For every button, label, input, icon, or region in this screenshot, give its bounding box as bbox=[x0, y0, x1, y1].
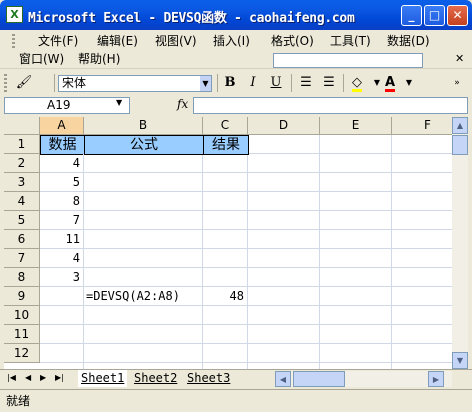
row-header-7[interactable]: 7 bbox=[4, 249, 40, 268]
cell-a4[interactable]: 8 bbox=[40, 192, 84, 211]
row-header-12[interactable]: 12 bbox=[4, 344, 40, 363]
row-header-4[interactable]: 4 bbox=[4, 192, 40, 211]
row-header-11[interactable]: 11 bbox=[4, 325, 40, 344]
h-scroll-thumb[interactable] bbox=[293, 371, 345, 387]
worksheet-grid[interactable]: A B C D E F 1 2 3 4 5 6 7 8 9 10 11 12 数… bbox=[4, 117, 452, 369]
font-name-select[interactable]: 宋体 bbox=[58, 75, 212, 92]
menu-data[interactable]: 数据(D) bbox=[387, 33, 430, 50]
vertical-scrollbar[interactable]: ▲ ▼ bbox=[452, 117, 468, 369]
column-header-a[interactable]: A bbox=[40, 117, 84, 135]
cell-c9[interactable]: 48 bbox=[203, 287, 248, 306]
toolbar-separator bbox=[291, 74, 292, 92]
cell-c1[interactable]: 结果 bbox=[203, 135, 249, 155]
cell-a3[interactable]: 5 bbox=[40, 173, 84, 192]
excel-icon: X bbox=[6, 6, 23, 23]
cell-b9[interactable]: =DEVSQ(A2:A8) bbox=[84, 287, 203, 306]
cell-a1[interactable]: 数据 bbox=[40, 135, 85, 155]
menu-help[interactable]: 帮助(H) bbox=[78, 51, 120, 68]
cell-a5[interactable]: 7 bbox=[40, 211, 84, 230]
close-button[interactable]: ✕ bbox=[447, 5, 468, 26]
cell-a2[interactable]: 4 bbox=[40, 154, 84, 173]
name-box[interactable]: A19 bbox=[4, 97, 130, 114]
menu-file[interactable]: 文件(F) bbox=[38, 33, 78, 50]
font-color-dropdown-icon[interactable]: ▼ bbox=[399, 74, 419, 92]
scroll-right-icon[interactable]: ▶ bbox=[428, 371, 444, 387]
menu-view[interactable]: 视图(V) bbox=[155, 33, 197, 50]
font-dropdown-icon[interactable]: ▼ bbox=[200, 76, 211, 91]
menu-format[interactable]: 格式(O) bbox=[271, 33, 314, 50]
status-bar bbox=[0, 389, 472, 412]
select-all-corner[interactable] bbox=[4, 117, 40, 135]
toolbar-separator bbox=[343, 74, 344, 92]
menu-tools[interactable]: 工具(T) bbox=[330, 33, 371, 50]
last-sheet-icon[interactable]: ▶| bbox=[55, 373, 64, 382]
underline-button[interactable]: U bbox=[266, 74, 286, 92]
maximize-button[interactable]: □ bbox=[424, 5, 445, 26]
scroll-up-icon[interactable]: ▲ bbox=[452, 117, 468, 134]
menu-window[interactable]: 窗口(W) bbox=[19, 51, 64, 68]
column-header-c[interactable]: C bbox=[203, 117, 248, 135]
menu-grip[interactable] bbox=[12, 34, 15, 50]
menu-edit[interactable]: 编辑(E) bbox=[97, 33, 138, 50]
align-left-icon[interactable]: ☰ bbox=[296, 74, 316, 92]
toolbar-separator bbox=[54, 74, 55, 92]
cell-b1[interactable]: 公式 bbox=[84, 135, 204, 155]
toolbar-options-icon[interactable]: » bbox=[447, 74, 467, 92]
status-text: 就绪 bbox=[6, 394, 31, 408]
row-header-2[interactable]: 2 bbox=[4, 154, 40, 173]
sheet-tab-1[interactable]: Sheet1 bbox=[78, 370, 128, 387]
fill-color-icon[interactable]: ◇ bbox=[347, 74, 367, 92]
next-sheet-icon[interactable]: ▶ bbox=[40, 373, 46, 382]
italic-button[interactable]: I bbox=[243, 74, 263, 92]
prev-sheet-icon[interactable]: ◀ bbox=[25, 373, 31, 382]
toolbar-separator bbox=[217, 74, 218, 92]
first-sheet-icon[interactable]: |◀ bbox=[7, 373, 16, 382]
scroll-left-icon[interactable]: ◀ bbox=[275, 371, 291, 387]
row-header-8[interactable]: 8 bbox=[4, 268, 40, 287]
font-color-letter: A bbox=[384, 75, 396, 92]
format-painter-icon[interactable]: 🖌 bbox=[14, 74, 34, 92]
cell-a7[interactable]: 4 bbox=[40, 249, 84, 268]
window-title: Microsoft Excel - DEVSQ函数 - caohaifeng.c… bbox=[28, 11, 355, 26]
column-header-e[interactable]: E bbox=[320, 117, 392, 135]
column-header-d[interactable]: D bbox=[248, 117, 320, 135]
column-header-f[interactable]: F bbox=[392, 117, 452, 135]
cell-a8[interactable]: 3 bbox=[40, 268, 84, 287]
row-header-9[interactable]: 9 bbox=[4, 287, 40, 306]
minimize-button[interactable]: _ bbox=[401, 5, 422, 26]
bold-button[interactable]: B bbox=[220, 74, 240, 92]
row-header-5[interactable]: 5 bbox=[4, 211, 40, 230]
formula-input[interactable] bbox=[193, 97, 468, 114]
font-color-icon[interactable]: A bbox=[380, 74, 400, 92]
sheet-tab-3[interactable]: Sheet3 bbox=[184, 370, 233, 387]
row-header-6[interactable]: 6 bbox=[4, 230, 40, 249]
horizontal-scrollbar[interactable]: ◀ ▶ bbox=[275, 371, 452, 387]
cell-a6[interactable]: 11 bbox=[40, 230, 84, 249]
row-header-10[interactable]: 10 bbox=[4, 306, 40, 325]
row-header-3[interactable]: 3 bbox=[4, 173, 40, 192]
scroll-thumb[interactable] bbox=[452, 135, 468, 155]
insert-function-icon[interactable]: fx bbox=[177, 97, 188, 111]
gridlines bbox=[40, 135, 452, 369]
title-bar: X Microsoft Excel - DEVSQ函数 - caohaifeng… bbox=[0, 0, 472, 30]
row-header-1[interactable]: 1 bbox=[4, 135, 40, 154]
align-center-icon[interactable]: ☰ bbox=[319, 74, 339, 92]
sheet-tab-2[interactable]: Sheet2 bbox=[131, 370, 180, 387]
name-box-dropdown-icon[interactable]: ▼ bbox=[116, 98, 122, 107]
help-search-input[interactable] bbox=[273, 53, 423, 68]
column-header-b[interactable]: B bbox=[84, 117, 203, 135]
menu-insert[interactable]: 插入(I) bbox=[213, 33, 250, 50]
workbook-close-icon[interactable]: ✕ bbox=[455, 52, 464, 65]
scroll-down-icon[interactable]: ▼ bbox=[452, 352, 468, 369]
toolbar-grip[interactable] bbox=[4, 74, 7, 92]
excel-window: X Microsoft Excel - DEVSQ函数 - caohaifeng… bbox=[0, 0, 472, 412]
